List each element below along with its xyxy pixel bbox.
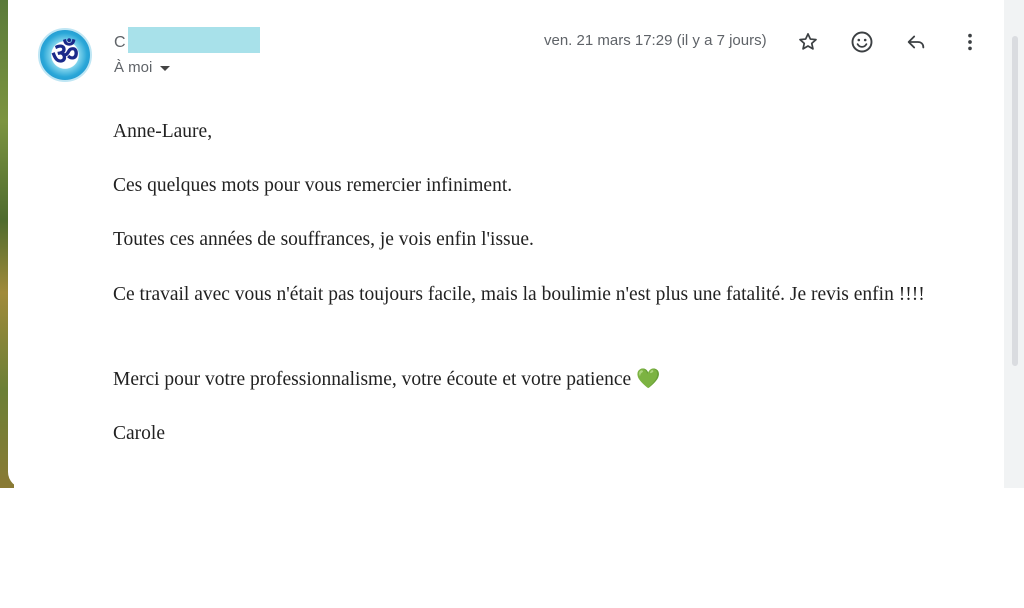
reply-icon [907,35,925,49]
body-paragraph-1: Ces quelques mots pour vous remercier in… [113,175,513,196]
recipient-label: À moi [114,59,153,76]
om-symbol-icon: ॐ [51,37,79,72]
emoji-icon [851,31,873,53]
sender-redaction [127,27,260,53]
green-heart-icon: 💚 [636,369,661,390]
reply-button[interactable] [900,26,932,58]
star-button[interactable] [792,26,824,58]
sender-name[interactable]: C [114,27,260,56]
recipient-details-toggle[interactable]: À moi [114,59,171,76]
sender-initial: C [114,34,126,51]
greeting: Anne-Laure, [113,121,213,142]
caret-down-icon [160,66,171,71]
body-paragraph-3: Ce travail avec vous n'était pas toujour… [113,284,925,305]
sender-avatar[interactable]: ॐ [38,28,92,82]
add-reaction-button[interactable] [846,26,878,58]
message-card: ॐ C À moi ven. 21 mars 17:29 (il y a 7 j… [8,0,1004,488]
signature: Carole [113,423,165,444]
more-vert-icon [968,33,972,51]
star-icon [799,33,817,50]
email-view: ॐ C À moi ven. 21 mars 17:29 (il y a 7 j… [0,0,1024,608]
body-paragraph-4-container: Merci pour votre professionnalisme, votr… [113,364,993,395]
more-options-button[interactable] [954,26,986,58]
message-date: ven. 21 mars 17:29 (il y a 7 jours) [544,32,767,49]
body-paragraph-4: Merci pour votre professionnalisme, votr… [113,369,632,390]
body-paragraph-2: Toutes ces années de souffrances, je voi… [113,229,534,250]
scrollbar[interactable] [1012,36,1018,366]
